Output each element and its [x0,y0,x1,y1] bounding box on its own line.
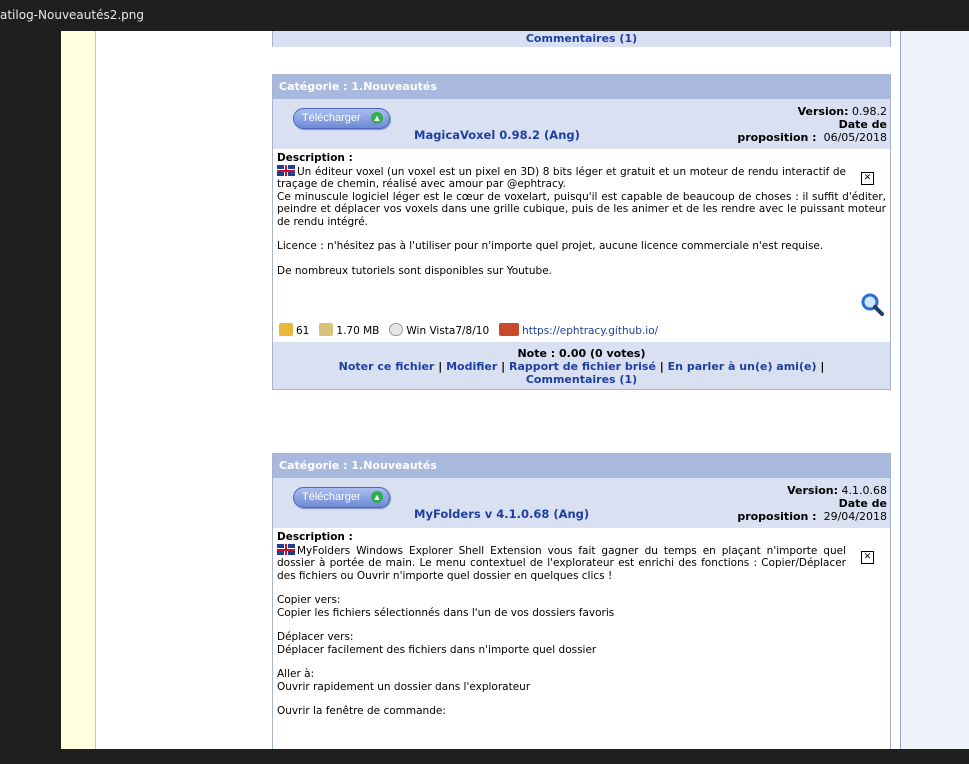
previous-entry-footer: Commentaires (1) [272,31,891,47]
tell-friend-link[interactable]: En parler à un(e) ami(e) [668,360,817,373]
rating-note: Note : 0.00 (0 votes) [517,347,646,360]
description-p1: Un éditeur voxel (un voxel est un pixel … [277,165,846,191]
os-icon [389,323,404,336]
download-arrow-icon: ▲ [371,491,383,503]
software-name[interactable]: MyFolders v 4.1.0.68 (Ang) [414,507,589,521]
date-label: Date de [838,118,887,131]
window-title-bar: atilog-Nouveautés2.png [0,0,969,31]
hits-count: 61 [296,325,310,337]
bottom-bar [0,749,969,764]
description-p1b: Ce minuscule logiciel léger est le cœur … [277,190,886,228]
date-label-2: proposition : [737,131,817,144]
category-header[interactable]: Catégorie : 1.Nouveautés [273,454,890,478]
close-box-icon[interactable]: ✕ [861,172,874,185]
section-text: Ouvrir rapidement un dossier dans l'expl… [277,680,531,693]
window-title: atilog-Nouveautés2.png [0,8,145,22]
version-date: Version: 0.98.2 Date de proposition : 06… [737,105,887,144]
content-column: Commentaires (1) Catégorie : 1.Nouveauté… [97,31,901,749]
comments-link[interactable]: Commentaires (1) [273,373,890,386]
section-title: Aller à: [277,668,315,680]
modify-link[interactable]: Modifier [446,360,497,373]
description: Description : MyFolders Windows Explorer… [273,528,890,749]
file-size: 1.70 MB [336,325,380,337]
version-value: 0.98.2 [852,105,887,118]
close-box-icon[interactable]: ✕ [861,551,874,564]
software-name[interactable]: MagicaVoxel 0.98.2 (Ang) [414,128,580,142]
magnifier-icon[interactable] [860,292,884,316]
description: Description : Un éditeur voxel (un voxel… [273,149,890,320]
homepage-icon[interactable] [499,323,520,336]
report-broken-link[interactable]: Rapport de fichier brisé [509,360,656,373]
hits-icon [279,323,293,336]
file-entry: Catégorie : 1.Nouveautés Télécharger ▲ M… [272,453,891,749]
version-label: Version: [787,484,839,497]
filesize-icon [319,323,334,336]
date-label-2: proposition : [737,510,817,523]
version-label: Version: [797,105,849,118]
file-entry: Catégorie : 1.Nouveautés Télécharger ▲ M… [272,74,891,390]
date-label: Date de [838,497,887,510]
date-value: 06/05/2018 [823,131,887,144]
version-value: 4.1.0.68 [841,484,887,497]
date-value: 29/04/2018 [823,510,887,523]
homepage-link[interactable]: https://ephtracy.github.io/ [522,325,658,337]
os-value: Win Vista7/8/10 [406,325,490,337]
description-text: Un éditeur voxel (un voxel est un pixel … [277,164,886,191]
rating-area: Note : 0.00 (0 votes) Noter ce fichier |… [273,342,890,389]
description-p1: MyFolders Windows Explorer Shell Extensi… [277,544,846,582]
download-button[interactable]: Télécharger ▲ [293,108,390,129]
download-button[interactable]: Télécharger ▲ [293,487,390,508]
section-text: Déplacer facilement des fichiers dans n'… [277,643,597,656]
entry-info-row: Télécharger ▲ MyFolders v 4.1.0.68 (Ang)… [273,478,890,528]
section-title: Déplacer vers: [277,631,354,643]
section-title: Ouvrir la fenêtre de commande: [277,705,446,717]
description-text: MyFolders Windows Explorer Shell Extensi… [277,543,886,583]
rate-file-link[interactable]: Noter ce fichier [339,360,435,373]
image-viewer: Commentaires (1) Catégorie : 1.Nouveauté… [0,31,969,749]
version-date: Version: 4.1.0.68 Date de proposition : … [737,484,887,523]
download-label: Télécharger [302,491,361,503]
listing-column: Commentaires (1) Catégorie : 1.Nouveauté… [272,31,901,749]
entry-info-row: Télécharger ▲ MagicaVoxel 0.98.2 (Ang) V… [273,99,890,149]
comments-link[interactable]: Commentaires (1) [526,32,637,45]
uk-flag-icon [277,543,295,555]
file-stats: 61 1.70 MB Win Vista7/8/10 https://ephtr… [273,320,890,342]
description-label: Description : [277,531,353,543]
download-arrow-icon: ▲ [371,112,383,124]
uk-flag-icon [277,164,295,176]
right-border [900,31,969,749]
section-title: Copier vers: [277,594,341,606]
category-header[interactable]: Catégorie : 1.Nouveautés [273,75,890,99]
section-text: Copier les fichiers sélectionnés dans l'… [277,606,615,619]
description-p3: De nombreux tutoriels sont disponibles s… [277,264,553,277]
left-sidebar [61,31,96,749]
description-label: Description : [277,152,353,164]
screenshot-page: Commentaires (1) Catégorie : 1.Nouveauté… [61,31,969,749]
description-p2: Licence : n'hésitez pas à l'utiliser pou… [277,240,824,252]
download-label: Télécharger [302,112,361,124]
